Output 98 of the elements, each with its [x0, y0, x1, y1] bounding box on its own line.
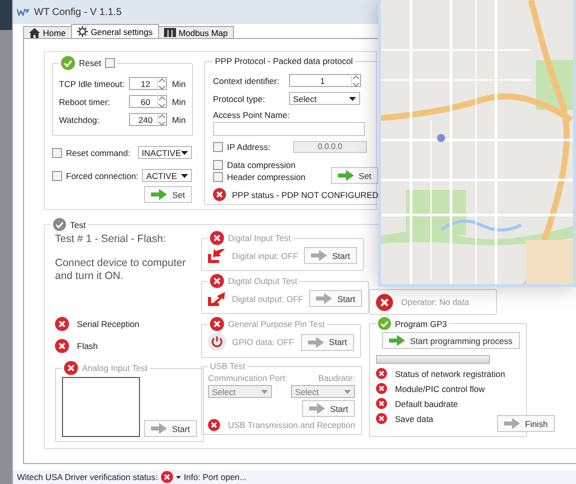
- arrow-icon: [151, 423, 167, 434]
- checkbox-label: IP Address:: [227, 142, 272, 152]
- check-icon: [53, 218, 66, 231]
- group-title: Test: [70, 220, 86, 230]
- arrow-icon: [316, 293, 332, 304]
- finish-button[interactable]: Finish: [497, 415, 555, 432]
- start-button[interactable]: Start: [301, 334, 354, 350]
- output-arrow-icon: [208, 292, 226, 306]
- start-button[interactable]: Start: [304, 247, 358, 264]
- start-button[interactable]: Start: [144, 420, 197, 437]
- arrow-icon: [338, 170, 354, 181]
- reading-text: Digital output: OFF: [232, 294, 304, 304]
- unit-label: Min: [172, 96, 186, 106]
- result-label: USB Transmission and Reception: [228, 420, 356, 430]
- group-title: Program GP3: [395, 318, 447, 328]
- spin-arrows-icon[interactable]: [157, 76, 166, 90]
- step-label: Status of network registration: [395, 368, 506, 378]
- arrow-icon: [151, 189, 168, 200]
- field-label: Baudrate:: [318, 373, 356, 383]
- set-button[interactable]: Set: [330, 167, 378, 184]
- dropdown[interactable]: Select: [291, 385, 356, 398]
- field-label: Watchdog:: [59, 114, 100, 124]
- group-title: USB Test: [210, 361, 246, 371]
- status-text: PPP status - PDP NOT CONFIGURED: [232, 190, 378, 200]
- checkbox-label: Header compression: [227, 172, 306, 182]
- checkbox[interactable]: [52, 170, 62, 180]
- field-label: Reboot timer:: [59, 96, 112, 106]
- group-title: General Purpose Pin Test: [228, 319, 325, 329]
- tab[interactable]: Home: [23, 26, 72, 38]
- arrow-icon: [389, 335, 405, 346]
- group-title: Digital Input Test: [228, 233, 291, 243]
- arrow-icon: [308, 336, 324, 348]
- step-label: Default baudrate: [395, 398, 458, 408]
- spin-arrows-icon[interactable]: [351, 74, 360, 88]
- tab[interactable]: Modbus Map: [158, 26, 234, 38]
- caret-icon: [261, 390, 268, 394]
- number-field[interactable]: 240: [129, 113, 167, 126]
- checkbox[interactable]: [213, 142, 223, 152]
- input-field[interactable]: [213, 122, 365, 136]
- result-label: Flash: [77, 341, 98, 351]
- checkbox-label: Reset command:: [66, 148, 132, 158]
- field-label: Access Point Name:: [213, 110, 291, 120]
- field-label: TCP Idle timeout:: [59, 78, 126, 88]
- status-label: Witech USA Driver verification status:: [17, 472, 158, 482]
- caret-icon: [181, 150, 188, 154]
- step-label: Save data: [395, 414, 434, 424]
- start-button[interactable]: Start: [309, 290, 362, 307]
- group-title: Analog Input Test: [82, 363, 148, 373]
- checkbox[interactable]: [213, 172, 223, 182]
- number-field[interactable]: 1: [289, 74, 361, 87]
- operator-text: Operator: No data: [401, 297, 470, 307]
- arrow-icon: [504, 418, 520, 429]
- checkbox-label: Forced connection:: [66, 170, 138, 180]
- unit-label: Min: [172, 114, 186, 124]
- ip-field[interactable]: 0.0.0.0: [293, 141, 367, 153]
- reading-text: Digital input: OFF: [232, 250, 298, 260]
- grid-icon: [164, 28, 176, 37]
- unit-label: Min: [172, 78, 186, 88]
- caret-icon: [349, 96, 356, 100]
- power-icon: [208, 333, 226, 351]
- arrow-icon: [311, 250, 328, 261]
- checkbox[interactable]: [52, 148, 62, 158]
- app-icon: [17, 8, 29, 16]
- group-title: PPP Protocol - Packed data protocol: [215, 56, 353, 66]
- number-field[interactable]: 60: [129, 95, 167, 108]
- group-title: Digital Output Test: [228, 276, 298, 286]
- field-label: Communication Port:: [208, 373, 288, 383]
- window-title: WT Config - V 1.1.5: [34, 6, 122, 18]
- dropdown[interactable]: Select: [208, 385, 272, 398]
- start-button[interactable]: Start: [302, 400, 356, 417]
- dropdown[interactable]: INACTIVE: [138, 146, 192, 159]
- program-button[interactable]: Start programming process: [382, 332, 520, 349]
- caret-icon: [344, 390, 352, 394]
- field-label: Context identifier:: [213, 76, 280, 86]
- group-title: Reset: [79, 58, 102, 68]
- checkbox-label: Data compression: [227, 160, 296, 170]
- input-arrow-icon: [208, 248, 226, 262]
- step-label: Module/PIC control flow: [395, 384, 485, 394]
- reading-text: GPIO data: OFF: [232, 337, 295, 347]
- caret-icon: [181, 174, 188, 178]
- checkbox[interactable]: [213, 160, 223, 170]
- number-field[interactable]: 12: [129, 77, 167, 90]
- field-label: Protocol type:: [213, 94, 266, 104]
- spin-arrows-icon[interactable]: [157, 112, 166, 126]
- checkbox[interactable]: [105, 58, 116, 68]
- caret-icon: [176, 476, 181, 478]
- tab[interactable]: General settings: [70, 24, 159, 38]
- arrow-icon: [309, 403, 326, 414]
- home-icon: [29, 28, 40, 38]
- result-label: Serial Reception: [77, 319, 140, 329]
- test-heading: Test # 1 - Serial - Flash:: [55, 233, 167, 245]
- spin-arrows-icon[interactable]: [157, 94, 166, 108]
- dropdown[interactable]: Select: [289, 92, 360, 105]
- dropdown[interactable]: ACTIVE: [142, 169, 192, 182]
- status-info: Info: Port open...: [184, 472, 247, 482]
- instruction-text: Connect device to computer and turn it ON.: [55, 257, 187, 283]
- set-button[interactable]: Set: [144, 186, 192, 203]
- gear-icon: [76, 26, 88, 37]
